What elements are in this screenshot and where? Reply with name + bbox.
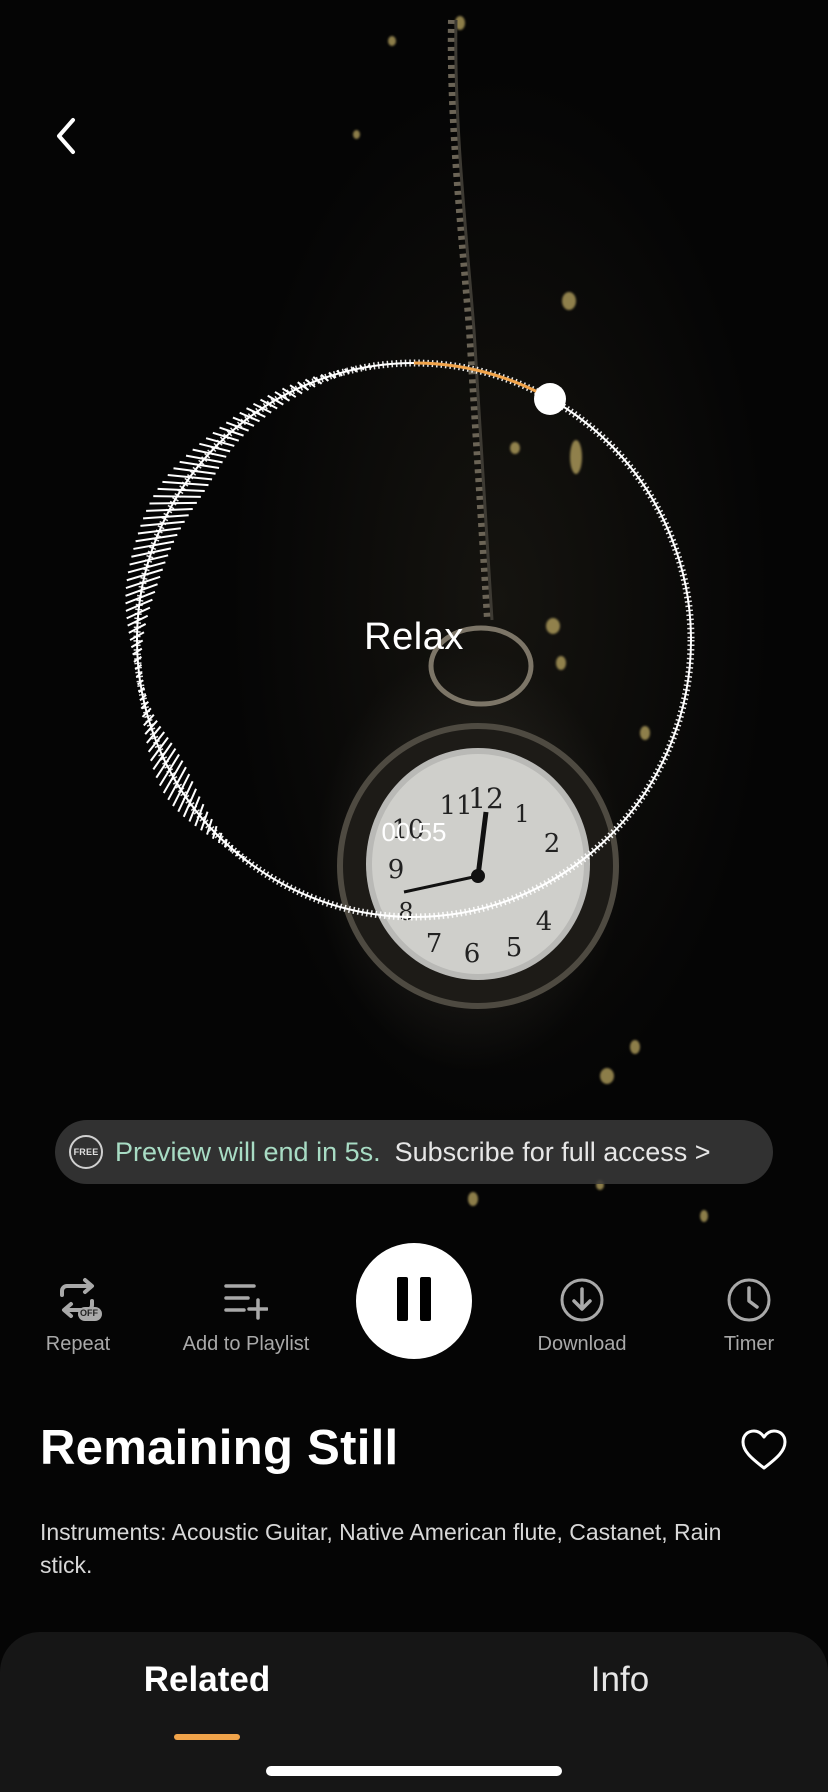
repeat-off-badge: OFF (80, 1308, 98, 1318)
add-to-playlist-label: Add to Playlist (182, 1333, 310, 1355)
waveform-bar (185, 454, 223, 464)
progress-arc (413, 361, 550, 400)
waveform-bar (153, 495, 201, 498)
mood-title: Relax (364, 616, 464, 658)
timer-label: Timer (723, 1333, 775, 1355)
waveform-bar (242, 855, 245, 861)
download-icon (556, 1274, 608, 1326)
svg-text:5: 5 (506, 933, 523, 963)
free-badge: FREE (69, 1135, 103, 1169)
waveform-bar (157, 487, 205, 492)
repeat-label: Repeat (45, 1333, 111, 1355)
tab-info[interactable]: Info (520, 1660, 720, 1700)
waveform-bar (149, 501, 197, 505)
svg-text:9: 9 (388, 855, 405, 885)
waveform-bar (232, 416, 255, 427)
preview-countdown-text: Preview will end in 5s. (115, 1136, 381, 1167)
favorite-button[interactable] (738, 1426, 790, 1478)
waveform-bar (212, 431, 240, 442)
add-to-playlist-icon (220, 1274, 272, 1326)
svg-text:4: 4 (536, 907, 553, 937)
home-indicator (266, 1766, 562, 1776)
waveform-bar (194, 803, 205, 827)
svg-text:6: 6 (464, 939, 481, 969)
preview-banner[interactable]: FREE Preview will end in 5s. Subscribe f… (55, 1120, 773, 1184)
download-button[interactable]: Download (507, 1240, 657, 1356)
track-title: Remaining Still (40, 1421, 399, 1475)
svg-text:12: 12 (468, 782, 504, 815)
pause-icon (394, 1275, 434, 1328)
repeat-icon: OFF (52, 1274, 104, 1326)
subscribe-link[interactable]: Subscribe for full access > (395, 1137, 711, 1168)
track-description: Instruments: Acoustic Guitar, Native Ame… (40, 1519, 722, 1578)
heart-icon (741, 1429, 787, 1476)
tab-related[interactable]: Related (107, 1660, 307, 1700)
progress-thumb[interactable] (534, 383, 566, 415)
repeat-button[interactable]: OFF Repeat (3, 1240, 153, 1356)
svg-text:2: 2 (544, 829, 561, 859)
waveform-bar (236, 850, 239, 857)
clock-icon (723, 1274, 775, 1326)
elapsed-time: 00:55 (381, 817, 447, 847)
add-to-playlist-button[interactable]: Add to Playlist (171, 1240, 321, 1356)
watch-chain-illustration (447, 19, 494, 621)
timer-button[interactable]: Timer (674, 1240, 824, 1356)
waveform-bar (205, 437, 235, 447)
chevron-left-icon (51, 116, 81, 161)
svg-text:7: 7 (426, 929, 443, 959)
waveform-bar (146, 508, 193, 512)
svg-text:8: 8 (398, 898, 413, 926)
waveform-bar (177, 780, 194, 813)
svg-text:1: 1 (514, 800, 529, 828)
pause-button[interactable] (356, 1243, 472, 1359)
download-label: Download (537, 1333, 627, 1355)
active-tab-indicator (174, 1734, 240, 1740)
waveform-bar (229, 844, 234, 852)
back-button[interactable] (40, 112, 92, 164)
